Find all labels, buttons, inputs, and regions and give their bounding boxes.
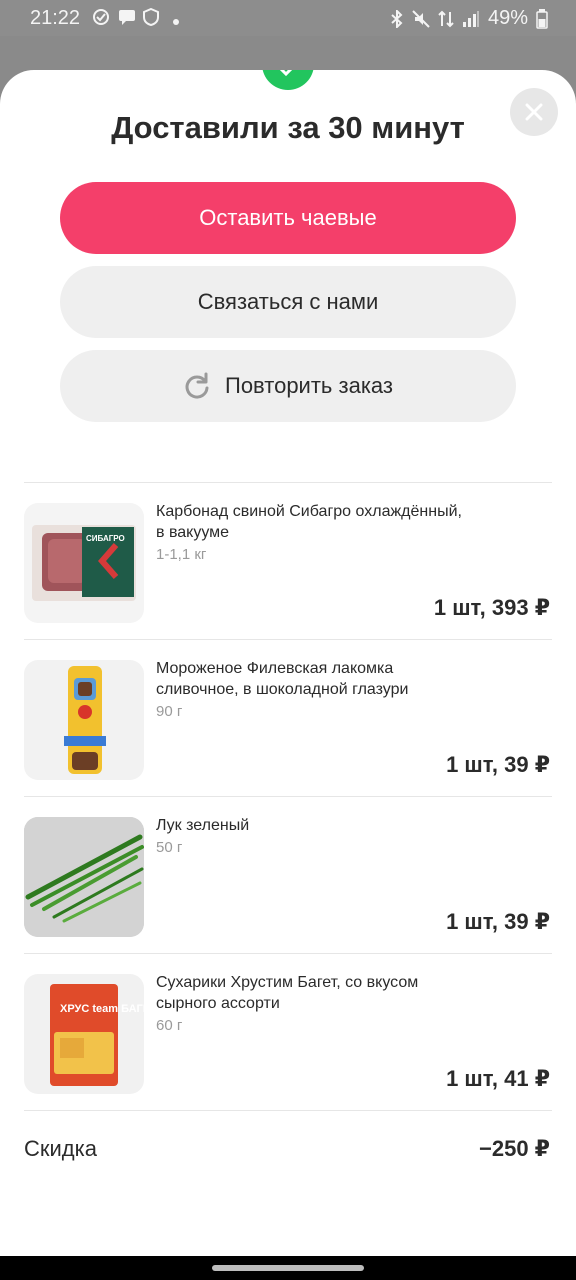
repeat-order-label: Повторить заказ (225, 373, 393, 398)
mute-icon (412, 9, 430, 28)
list-item[interactable]: Лук зеленый 50 г 1 шт, 39 ₽ (0, 797, 576, 947)
sync-icon (93, 9, 109, 25)
success-badge (262, 70, 314, 90)
navigation-bar (0, 1256, 576, 1280)
product-price: 1 шт, 39 ₽ (446, 752, 550, 777)
message-icon (119, 10, 135, 25)
battery-percent: 49% (487, 7, 528, 29)
product-weight: 50 г (156, 839, 183, 856)
product-name: Карбонад свиной Сибагро охлаждённый, в в… (156, 503, 462, 541)
product-weight: 60 г (156, 1017, 183, 1034)
battery-icon (536, 8, 548, 29)
bluetooth-icon (391, 9, 403, 28)
product-price: 1 шт, 41 ₽ (446, 1066, 550, 1091)
product-price: 1 шт, 393 ₽ (433, 595, 550, 620)
list-item[interactable]: ХРУС team БАГЕТ Сухарики Хрустим Багет, … (0, 954, 576, 1104)
list-item[interactable]: Мороженое Филевская лакомка сливочное, в… (0, 640, 576, 790)
product-weight: 1-1,1 кг (156, 546, 207, 563)
check-icon (279, 70, 293, 76)
dot-icon (173, 19, 179, 25)
product-name: Сухарики Хрустим Багет, со вкусом сырног… (156, 974, 419, 1012)
product-weight: 90 г (156, 703, 183, 720)
contact-us-button[interactable]: Связаться с нами (60, 266, 516, 338)
data-icon (438, 10, 454, 27)
discount-value: −250 ₽ (479, 1136, 550, 1161)
page-title: Доставили за 30 минут (111, 110, 465, 145)
product-name: Лук зеленый (156, 817, 250, 834)
product-price: 1 шт, 39 ₽ (446, 909, 550, 934)
product-name: Мороженое Филевская лакомка сливочное, в… (156, 660, 409, 698)
home-handle[interactable] (212, 1265, 364, 1271)
list-item[interactable]: СИБАГРО Карбонад свиной Сибагро охлаждён… (0, 483, 576, 633)
shield-icon (143, 8, 159, 26)
status-time: 21:22 (30, 7, 81, 29)
signal-icon (462, 10, 479, 27)
leave-tip-button[interactable]: Оставить чаевые (60, 182, 516, 254)
contact-us-label: Связаться с нами (197, 289, 379, 314)
repeat-order-button[interactable]: Повторить заказ (60, 350, 516, 422)
repeat-icon (185, 372, 209, 399)
status-bar: 21:22 49% (0, 0, 576, 36)
leave-tip-label: Оставить чаевые (199, 205, 377, 230)
order-sheet: Доставили за 30 минут Оставить чаевые Св… (0, 70, 576, 1256)
product-image (24, 660, 144, 780)
discount-label: Скидка (24, 1136, 97, 1161)
product-image: СИБАГРО (24, 503, 144, 623)
product-image: ХРУС team БАГЕТ (24, 974, 144, 1094)
package-label: ХРУС team БАГЕТ (60, 1003, 144, 1015)
product-image (24, 817, 144, 937)
divider (24, 1110, 552, 1111)
package-label: СИБАГРО (86, 534, 125, 543)
